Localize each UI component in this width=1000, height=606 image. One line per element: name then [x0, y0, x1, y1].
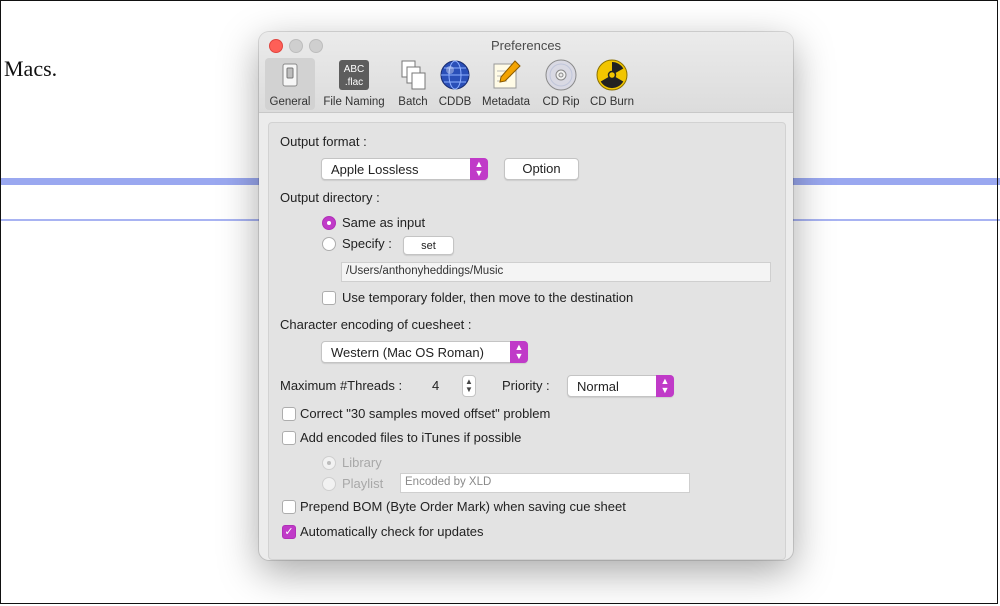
tab-batch[interactable]: Batch: [392, 58, 434, 110]
abc-icon-bottom: .flac: [345, 77, 363, 88]
tab-batch-label: Batch: [398, 96, 428, 108]
correct-offset-checkbox[interactable]: [282, 407, 296, 421]
globe-icon: [438, 58, 472, 92]
temp-folder-checkbox[interactable]: [322, 291, 336, 305]
correct-offset-label: Correct "30 samples moved offset" proble…: [300, 406, 551, 421]
window-title: Preferences: [490, 38, 562, 53]
threads-label: Maximum #Threads :: [280, 378, 403, 393]
tab-metadata-label: Metadata: [482, 96, 530, 108]
playlist-label: Playlist: [342, 476, 384, 491]
tab-metadata[interactable]: Metadata: [477, 58, 535, 110]
library-label: Library: [342, 455, 382, 470]
prepend-bom-label: Prepend BOM (Byte Order Mark) when savin…: [300, 499, 626, 514]
encoding-label: Character encoding of cuesheet :: [280, 317, 472, 332]
same-as-input-label: Same as input: [342, 215, 426, 230]
tab-cd-rip-label: CD Rip: [542, 96, 580, 108]
title-bar: Preferences General ABC .flac File Namin…: [259, 32, 793, 113]
tab-general-label: General: [269, 96, 311, 108]
chevron-updown-icon: ▲ ▼: [470, 158, 488, 180]
tab-cd-burn[interactable]: CD Burn: [586, 58, 638, 110]
specify-label: Specify :: [342, 236, 392, 251]
output-directory-label: Output directory :: [280, 190, 380, 205]
tab-cd-rip[interactable]: CD Rip: [539, 58, 583, 110]
auto-check-label: Automatically check for updates: [300, 524, 484, 539]
chevron-updown-icon: ▲ ▼: [510, 341, 528, 363]
encoding-popup[interactable]: Western (Mac OS Roman) ▲ ▼: [321, 341, 528, 363]
playlist-name-field[interactable]: Encoded by XLD: [400, 473, 690, 493]
preferences-window: Preferences General ABC .flac File Namin…: [259, 32, 793, 560]
output-format-value: Apple Lossless: [331, 162, 419, 177]
radiation-icon: [595, 58, 629, 92]
add-itunes-label: Add encoded files to iTunes if possible: [300, 430, 522, 445]
documents-icon: [396, 58, 430, 92]
tab-cddb-label: CDDB: [438, 96, 472, 108]
add-itunes-checkbox[interactable]: [282, 431, 296, 445]
temp-folder-label: Use temporary folder, then move to the d…: [342, 290, 634, 305]
tab-general[interactable]: General: [265, 58, 315, 110]
tab-cddb[interactable]: CDDB: [435, 58, 475, 110]
same-as-input-radio[interactable]: [322, 216, 336, 230]
cd-icon: [544, 58, 578, 92]
abc-icon-top: ABC: [344, 64, 365, 75]
priority-label: Priority :: [502, 378, 550, 393]
background-text: Macs.: [4, 56, 58, 81]
switch-icon: [273, 58, 307, 92]
priority-popup[interactable]: Normal ▲ ▼: [567, 375, 674, 397]
general-panel: Output format : Apple Lossless ▲ ▼ Option…: [268, 122, 786, 560]
threads-value: 4: [432, 378, 440, 393]
auto-check-checkbox[interactable]: ✓: [282, 525, 296, 539]
set-button[interactable]: set: [403, 236, 454, 255]
playlist-radio[interactable]: [322, 477, 336, 491]
output-format-popup[interactable]: Apple Lossless ▲ ▼: [321, 158, 488, 180]
priority-value: Normal: [577, 379, 619, 394]
prepend-bom-checkbox[interactable]: [282, 500, 296, 514]
specify-radio[interactable]: [322, 237, 336, 251]
output-format-label: Output format :: [280, 134, 367, 149]
threads-stepper[interactable]: ▲ ▼: [462, 375, 476, 397]
directory-path-field[interactable]: /Users/anthonyheddings/Music: [341, 262, 771, 282]
encoding-value: Western (Mac OS Roman): [331, 345, 484, 360]
abc-flac-icon: ABC .flac: [337, 58, 371, 92]
tab-file-naming-label: File Naming: [323, 96, 385, 108]
library-radio[interactable]: [322, 456, 336, 470]
option-button[interactable]: Option: [504, 158, 579, 180]
pencil-paper-icon: [489, 58, 523, 92]
chevron-updown-icon: ▲ ▼: [656, 375, 674, 397]
tab-file-naming[interactable]: ABC .flac File Naming: [319, 58, 389, 110]
tab-cd-burn-label: CD Burn: [589, 96, 635, 108]
